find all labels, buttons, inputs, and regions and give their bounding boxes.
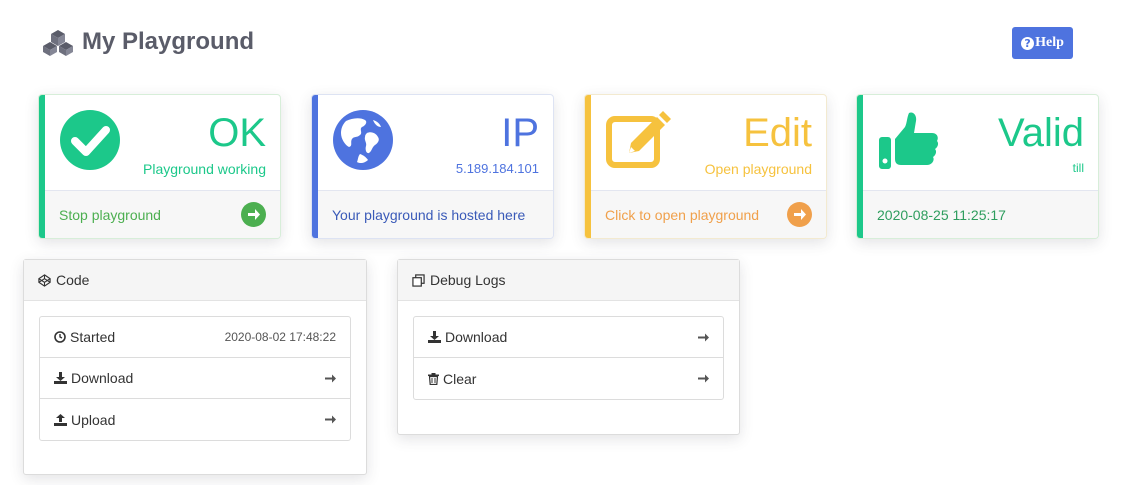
edit-card: Edit Open playground Click to open playg…	[584, 94, 827, 239]
trash-icon	[428, 372, 439, 385]
open-playground-link[interactable]: Click to open playground	[591, 190, 826, 238]
page-title: My Playground	[82, 28, 255, 55]
edit-icon	[606, 111, 671, 168]
debug-logs-panel-title: Debug Logs	[430, 272, 506, 288]
ip-card: IP 5.189.184.101 Your playground is host…	[311, 94, 554, 239]
debug-clear-row[interactable]: Clear	[414, 358, 723, 399]
status-value: OK	[208, 111, 266, 155]
clock-icon	[54, 331, 66, 343]
ip-address: 5.189.184.101	[455, 161, 539, 176]
ip-heading: IP	[501, 111, 539, 155]
code-upload-label: Upload	[71, 411, 116, 428]
status-card: OK Playground working Stop playground	[38, 94, 281, 239]
globe-icon	[333, 110, 393, 170]
debug-logs-panel-header: Debug Logs	[398, 260, 739, 301]
code-download-label: Download	[71, 370, 134, 386]
help-button-label: Help	[1035, 35, 1064, 50]
arrow-right-icon	[698, 333, 709, 341]
page-header: My Playground	[42, 28, 254, 56]
debug-download-label: Download	[445, 329, 508, 345]
debug-clear-label: Clear	[443, 370, 477, 387]
code-panel-title: Code	[56, 272, 90, 288]
cubes-icon	[43, 30, 73, 56]
download-icon	[428, 331, 441, 343]
ip-footer: Your playground is hosted here	[318, 190, 553, 238]
copy-icon	[412, 273, 425, 287]
stop-playground-link[interactable]: Stop playground	[45, 190, 280, 238]
valid-until-date: 2020-08-25 11:25:17	[877, 206, 1006, 223]
valid-footer: 2020-08-25 11:25:17	[863, 190, 1098, 238]
code-download-row[interactable]: Download	[40, 358, 350, 399]
debug-logs-panel: Debug Logs Download Clear	[397, 259, 740, 435]
upload-icon	[54, 413, 67, 426]
codepen-icon	[38, 273, 51, 287]
debug-logs-list: Download Clear	[413, 316, 724, 400]
help-button[interactable]: ? Help	[1012, 27, 1073, 59]
status-text: Playground working	[143, 161, 266, 177]
code-list: Started 2020-08-02 17:48:22 Download Upl…	[39, 316, 351, 441]
started-row: Started 2020-08-02 17:48:22	[40, 317, 350, 358]
arrow-right-icon	[325, 415, 336, 424]
check-circle-icon	[60, 110, 120, 170]
arrow-circle-right-icon[interactable]	[241, 202, 266, 227]
debug-download-row[interactable]: Download	[414, 317, 723, 358]
arrow-circle-right-icon[interactable]	[787, 202, 812, 227]
valid-text: till	[1072, 161, 1084, 175]
arrow-right-icon	[698, 374, 709, 383]
question-circle-icon: ?	[1021, 36, 1035, 50]
edit-heading: Edit	[743, 111, 812, 155]
valid-heading: Valid	[998, 111, 1084, 155]
started-timestamp: 2020-08-02 17:48:22	[224, 330, 336, 344]
open-playground-label: Click to open playground	[605, 206, 760, 223]
code-panel: Code Started 2020-08-02 17:48:22 Downloa…	[23, 259, 367, 475]
download-icon	[54, 372, 67, 384]
thumbs-up-icon	[879, 112, 939, 169]
started-label: Started	[70, 329, 116, 345]
ip-footer-label: Your playground is hosted here	[332, 206, 526, 223]
code-panel-header: Code	[24, 260, 366, 301]
valid-card: Valid till 2020-08-25 11:25:17	[856, 94, 1099, 239]
edit-text: Open playground	[704, 161, 812, 177]
stop-playground-label: Stop playground	[59, 206, 161, 223]
code-upload-row[interactable]: Upload	[40, 399, 350, 440]
arrow-right-icon	[325, 374, 336, 382]
